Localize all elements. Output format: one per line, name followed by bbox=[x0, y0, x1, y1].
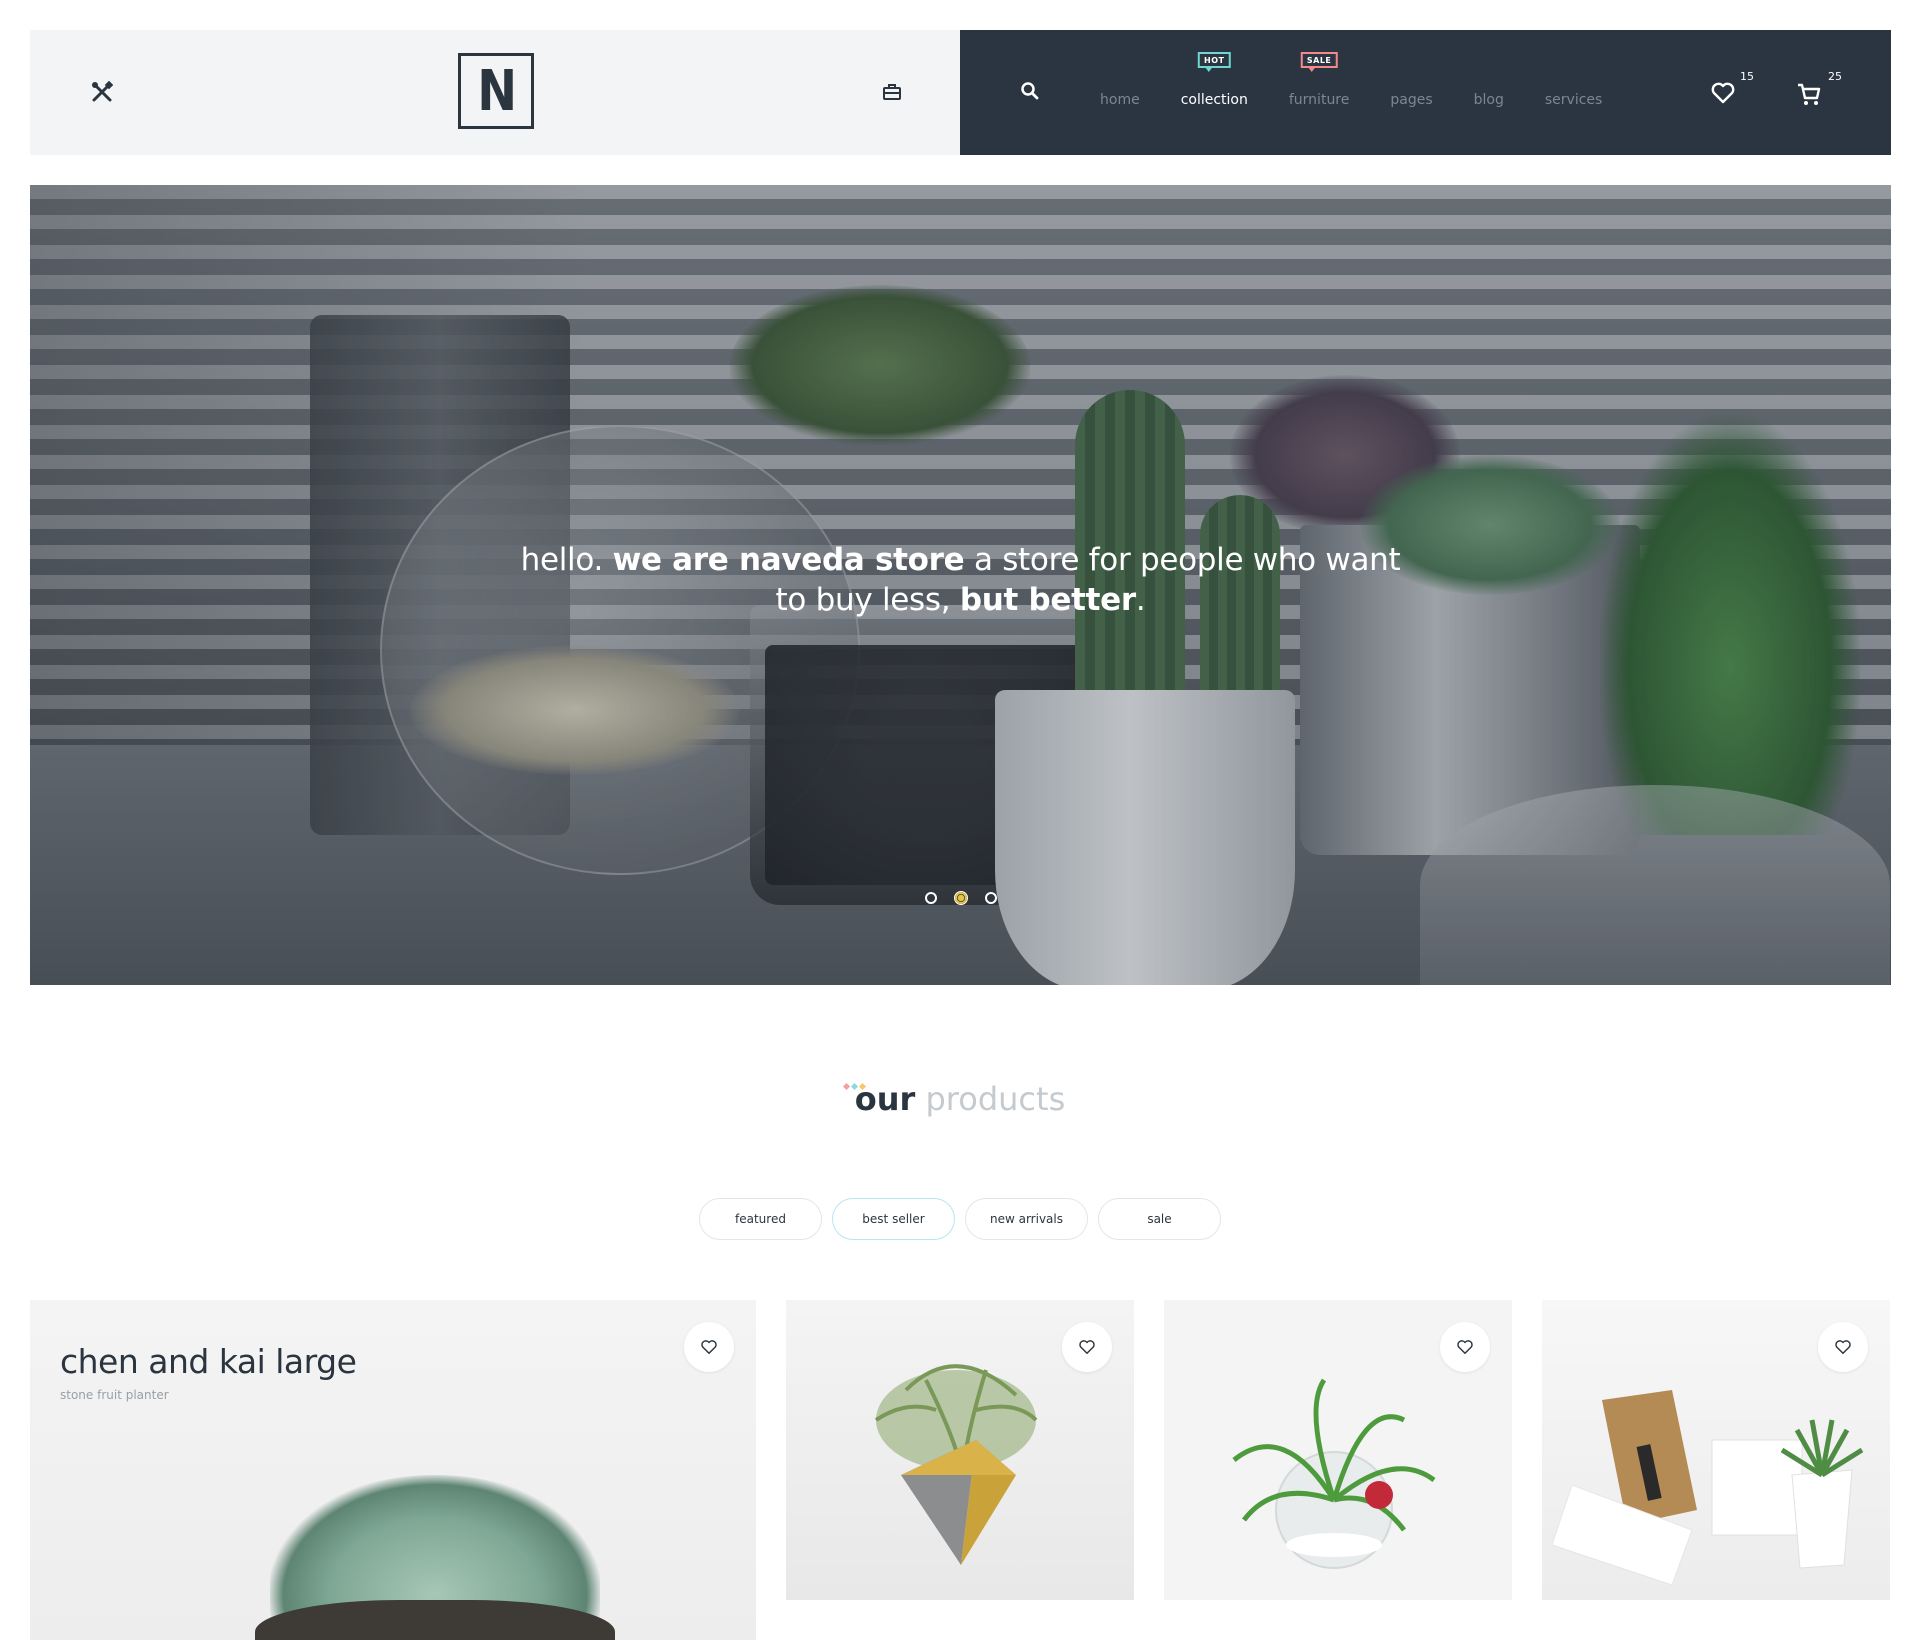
nav-item-furniture[interactable]: SALE furniture bbox=[1288, 51, 1350, 108]
heart-icon bbox=[1835, 1340, 1851, 1355]
search-icon[interactable] bbox=[1020, 81, 1040, 101]
slider-dot-2[interactable] bbox=[954, 892, 967, 904]
filter-best-seller[interactable]: best seller bbox=[832, 1198, 955, 1240]
product-card-featured[interactable]: chen and kai large stone fruit planter bbox=[30, 1300, 756, 1640]
heart-icon[interactable] bbox=[1710, 80, 1736, 106]
nav-label: collection bbox=[1180, 91, 1248, 108]
nav-item-blog[interactable]: blog bbox=[1474, 92, 1504, 108]
product-card[interactable] bbox=[1542, 1300, 1890, 1600]
tools-icon[interactable] bbox=[90, 80, 114, 104]
slider-dot-3[interactable] bbox=[984, 892, 997, 904]
main-nav: home HOT collection SALE furniture pages… bbox=[1100, 30, 1643, 155]
hero-headline: hello. we are naveda store a store for p… bbox=[520, 542, 1401, 618]
site-logo[interactable]: N bbox=[458, 53, 534, 129]
filter-new-arrivals[interactable]: new arrivals bbox=[965, 1198, 1088, 1240]
nav-label: blog bbox=[1473, 91, 1504, 108]
header-left-panel: N bbox=[30, 30, 960, 155]
nav-item-pages[interactable]: pages bbox=[1390, 92, 1432, 108]
sale-badge: SALE bbox=[1300, 51, 1338, 72]
nav-label: pages bbox=[1390, 91, 1433, 108]
nav-item-collection[interactable]: HOT collection bbox=[1180, 51, 1248, 108]
hero-slider: hello. we are naveda store a store for p… bbox=[30, 185, 1891, 985]
cart-icon[interactable] bbox=[1796, 81, 1822, 107]
product-subtitle: stone fruit planter bbox=[60, 1388, 169, 1402]
wishlist-button[interactable] bbox=[1440, 1322, 1490, 1372]
nav-label: home bbox=[1100, 91, 1140, 108]
wishlist-button[interactable] bbox=[1062, 1322, 1112, 1372]
product-filters: featured best seller new arrivals sale bbox=[0, 1198, 1920, 1240]
filter-featured[interactable]: featured bbox=[699, 1198, 822, 1240]
site-header: N home HOT collection SALE furniture pag… bbox=[30, 30, 1891, 155]
heart-icon bbox=[1079, 1340, 1095, 1355]
nav-item-services[interactable]: services bbox=[1545, 92, 1602, 108]
nav-label: services bbox=[1544, 91, 1603, 108]
heart-icon bbox=[701, 1340, 717, 1355]
header-nav-panel: home HOT collection SALE furniture pages… bbox=[960, 30, 1891, 155]
wishlist-button[interactable] bbox=[1818, 1322, 1868, 1372]
products-title: our products bbox=[854, 1080, 1066, 1118]
nav-item-home[interactable]: home bbox=[1100, 92, 1140, 108]
filter-sale[interactable]: sale bbox=[1098, 1198, 1221, 1240]
cart-count: 25 bbox=[1828, 70, 1842, 83]
wishlist-count: 15 bbox=[1740, 70, 1754, 83]
product-card[interactable] bbox=[1164, 1300, 1512, 1600]
product-title: chen and kai large bbox=[60, 1342, 357, 1381]
product-card[interactable] bbox=[786, 1300, 1134, 1600]
slider-dots bbox=[30, 892, 1891, 904]
logo-letter: N bbox=[477, 58, 517, 124]
nav-label: furniture bbox=[1288, 91, 1350, 108]
wishlist-button[interactable] bbox=[684, 1322, 734, 1372]
slider-dot-1[interactable] bbox=[924, 892, 937, 904]
heart-icon bbox=[1457, 1340, 1473, 1355]
briefcase-icon[interactable] bbox=[882, 82, 902, 102]
hot-badge: HOT bbox=[1198, 51, 1231, 72]
